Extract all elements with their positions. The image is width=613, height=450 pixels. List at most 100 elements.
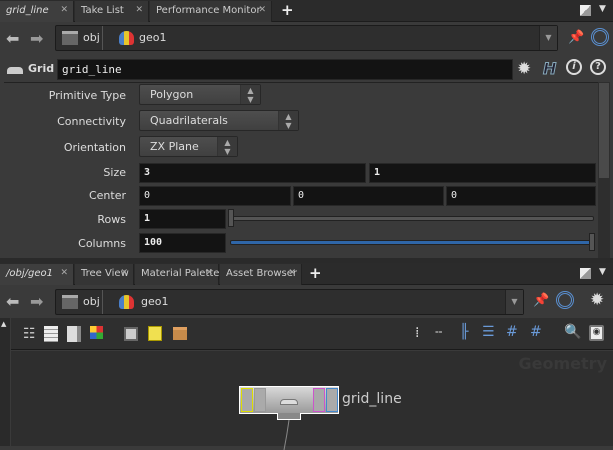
connectivity-dropdown[interactable]: Quadrilaterals ▲ ▼ <box>139 110 299 131</box>
center-x-field[interactable]: 0 <box>139 186 291 206</box>
size-label: Size <box>103 166 126 179</box>
pin-icon[interactable]: 📌 <box>568 30 584 45</box>
dropdown-value: Polygon <box>150 88 194 101</box>
close-icon[interactable]: ✕ <box>258 5 266 15</box>
columns-slider[interactable] <box>230 240 594 245</box>
details-view-icon[interactable] <box>67 326 81 342</box>
link-circle-icon[interactable] <box>591 28 609 46</box>
display-flag[interactable] <box>326 388 338 412</box>
forward-arrow-icon[interactable]: ➡ <box>30 292 43 311</box>
path-segment-geo1[interactable]: geo1 <box>139 31 166 44</box>
align-vertical-icon[interactable]: ⁞ <box>415 325 419 341</box>
grid-node-icon <box>280 399 298 405</box>
add-tab-button[interactable]: + <box>281 1 294 19</box>
forward-arrow-icon[interactable]: ➡ <box>30 29 43 48</box>
tab-label: grid_line <box>6 5 49 16</box>
rows-slider[interactable] <box>230 216 594 221</box>
network-canvas[interactable]: Geometry grid_line <box>11 351 613 450</box>
tab-grid-line[interactable]: grid_line ✕ <box>0 1 74 22</box>
center-label: Center <box>88 189 126 202</box>
collapse-arrow-icon[interactable]: ▲ <box>1 320 6 328</box>
network-path-bar[interactable]: obj geo1 ▼ <box>55 289 524 315</box>
tab-asset-browser[interactable]: Asset Browser ✕ <box>220 264 302 285</box>
close-icon[interactable]: ✕ <box>135 5 143 15</box>
parameter-scrollbar[interactable] <box>598 82 610 258</box>
lock-flag[interactable] <box>254 388 266 412</box>
tab-obj-geo1[interactable]: /obj/geo1 ✕ <box>0 264 74 285</box>
obj-network-icon <box>62 31 78 45</box>
divider <box>4 82 598 83</box>
maximize-pane-icon[interactable] <box>580 5 591 16</box>
size-y-field[interactable]: 1 <box>369 163 596 183</box>
align-horizontal-icon[interactable]: ╌ <box>435 325 442 339</box>
tab-tree-view[interactable]: Tree View ✕ <box>75 264 134 285</box>
tab-label: Asset Browser <box>226 268 298 279</box>
grid-icon[interactable]: # <box>530 324 542 340</box>
path-segment-obj[interactable]: obj <box>83 31 100 44</box>
close-icon[interactable]: ✕ <box>288 268 296 278</box>
node-name-input[interactable]: grid_line <box>57 59 513 80</box>
close-icon[interactable]: ✕ <box>60 5 68 15</box>
updown-icon: ▲ ▼ <box>278 111 298 130</box>
grid-snap-icon[interactable]: # <box>506 324 518 340</box>
subnet-box-icon[interactable] <box>173 327 187 340</box>
scrollbar-thumb[interactable] <box>599 83 609 178</box>
path-separator <box>102 290 103 314</box>
gear-icon[interactable]: ✹ <box>517 59 531 79</box>
grid-node-icon[interactable] <box>7 67 23 74</box>
tab-performance-monitor[interactable]: Performance Monitor ✕ <box>150 1 272 22</box>
columns-field[interactable]: 100 <box>139 233 226 253</box>
bypass-flag[interactable] <box>241 388 253 412</box>
close-icon[interactable]: ✕ <box>60 268 68 278</box>
path-segment-geo1[interactable]: geo1 <box>141 295 168 308</box>
toolbar-collapse-strip[interactable]: ▲ <box>0 318 10 446</box>
pane-menu-icon[interactable]: ▼ <box>599 4 606 14</box>
center-y-field[interactable]: 0 <box>293 186 444 206</box>
path-dropdown-icon[interactable]: ▼ <box>539 26 557 50</box>
size-x-field[interactable]: 3 <box>139 163 366 183</box>
add-tab-button[interactable]: + <box>309 264 322 282</box>
bottom-tab-bar: /obj/geo1 ✕ Tree View ✕ Material Palette ✕ … <box>0 263 613 285</box>
rows-field[interactable]: 1 <box>139 209 226 229</box>
tree-icon[interactable]: ☷ <box>23 326 36 342</box>
geo-icon <box>119 31 134 45</box>
path-bar[interactable]: obj geo1 ▼ <box>55 25 558 51</box>
maximize-pane-icon[interactable] <box>580 268 591 279</box>
help-icon[interactable]: ? <box>590 59 606 75</box>
visibility-icon[interactable]: ◉ <box>589 325 604 341</box>
layout-vertical-icon[interactable]: ╟ <box>460 324 468 340</box>
back-arrow-icon[interactable]: ⬅ <box>6 292 19 311</box>
back-arrow-icon[interactable]: ⬅ <box>6 29 19 48</box>
center-z-field[interactable]: 0 <box>446 186 596 206</box>
pin-icon[interactable]: 📌 <box>533 293 549 308</box>
columns-slider-handle[interactable] <box>589 233 595 251</box>
orientation-dropdown[interactable]: ZX Plane ▲ ▼ <box>139 136 238 157</box>
tab-material-palette[interactable]: Material Palette ✕ <box>135 264 219 285</box>
tab-take-list[interactable]: Take List ✕ <box>75 1 149 22</box>
help-h-icon[interactable]: H <box>542 59 556 79</box>
search-icon[interactable]: 🔍 <box>564 324 581 340</box>
info-icon[interactable]: i <box>566 59 582 75</box>
sticky-note-icon[interactable] <box>148 326 162 341</box>
pane-menu-icon[interactable]: ▼ <box>599 267 606 277</box>
color-palette-icon[interactable] <box>90 326 103 339</box>
path-dropdown-icon[interactable]: ▼ <box>505 290 523 314</box>
link-circle-icon[interactable] <box>556 291 574 309</box>
grid-node[interactable] <box>239 386 339 414</box>
path-segment-obj[interactable]: obj <box>83 295 100 308</box>
close-icon[interactable]: ✕ <box>120 268 128 278</box>
output-connector[interactable] <box>277 413 301 420</box>
columns-label: Columns <box>78 237 126 250</box>
network-box-icon[interactable] <box>124 327 138 341</box>
template-flag[interactable] <box>313 388 325 412</box>
updown-icon: ▲ ▼ <box>240 85 260 104</box>
close-icon[interactable]: ✕ <box>205 268 213 278</box>
orientation-label: Orientation <box>63 141 126 154</box>
gear-icon[interactable]: ✹ <box>590 290 604 310</box>
layout-horizontal-icon[interactable]: ☰ <box>482 324 495 340</box>
list-view-icon[interactable] <box>44 326 58 342</box>
primitive-type-dropdown[interactable]: Polygon ▲ ▼ <box>139 84 261 105</box>
rows-slider-handle[interactable] <box>228 209 234 227</box>
geo-icon <box>119 295 134 309</box>
node-name-label: grid_line <box>342 391 402 407</box>
